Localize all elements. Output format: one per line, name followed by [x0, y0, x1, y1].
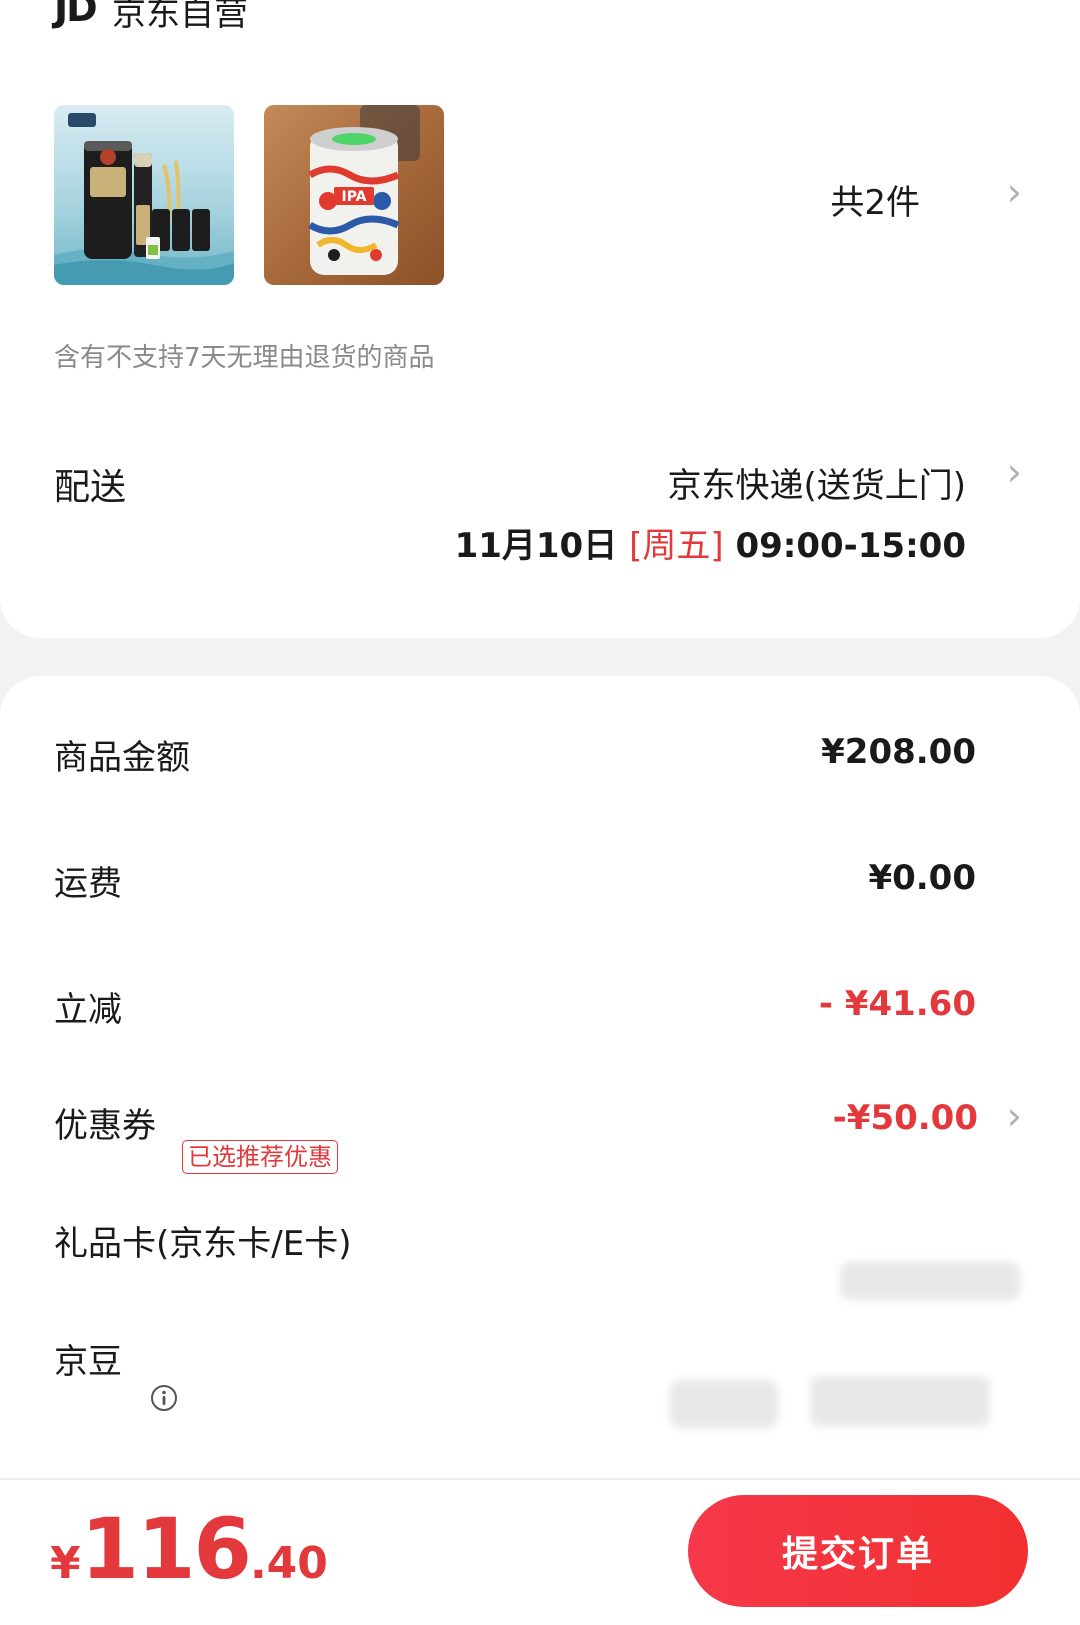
gift-card-label: 礼品卡(京东卡/E卡) [54, 1224, 352, 1264]
bottom-bar: ¥116.40 提交订单 [0, 1480, 1080, 1625]
return-policy-notice: 含有不支持7天无理由退货的商品 [54, 343, 435, 373]
jd-beans-info-blurred [670, 1380, 778, 1428]
coupon-badge: 已选推荐优惠 [182, 1140, 338, 1174]
coupon-label: 优惠券 [54, 1106, 156, 1146]
instant-discount-value: - ¥41.60 [818, 984, 976, 1024]
delivery-date: 11月10日 [454, 526, 618, 566]
item-count[interactable]: 共2件 [830, 175, 920, 224]
product-image-ipa-can: IPA [308, 105, 420, 275]
order-total: ¥116.40 [50, 1500, 328, 1598]
price-summary-card [0, 676, 1080, 1478]
chevron-right-icon[interactable]: › [1007, 1094, 1022, 1138]
delivery-time-window: 09:00-15:00 [735, 526, 966, 566]
shop-name[interactable]: 京东自营 [112, 0, 248, 35]
chevron-right-icon[interactable]: › [1007, 170, 1022, 214]
delivery-label: 配送 [54, 467, 127, 508]
delivery-method[interactable]: 京东快递(送货上门) [667, 458, 966, 507]
gift-card-value-blurred[interactable] [840, 1262, 1020, 1300]
shop-card: JD 京东自营 IPA 共2件 › 含有不支持7天无理由退货的商品 配送 京东快… [0, 0, 1080, 638]
shipping-value: ¥0.00 [868, 858, 976, 898]
instant-discount-label: 立减 [54, 990, 122, 1030]
total-decimal: .40 [249, 1538, 328, 1589]
delivery-time[interactable]: 11月10日 [周五] 09:00-15:00 [455, 518, 966, 567]
delivery-weekday: [周五] [629, 526, 724, 566]
goods-amount-value: ¥208.00 [821, 732, 976, 772]
chevron-right-icon[interactable]: › [1007, 450, 1022, 494]
submit-order-button[interactable]: 提交订单 [688, 1495, 1028, 1607]
jd-beans-value-blurred[interactable] [810, 1376, 990, 1426]
info-icon[interactable] [150, 1384, 178, 1412]
product-image-beer-pack [54, 113, 234, 285]
jd-beans-label: 京豆 [54, 1342, 122, 1382]
goods-amount-label: 商品金额 [54, 738, 190, 778]
coupon-value[interactable]: -¥50.00 [833, 1098, 978, 1138]
product-thumbnail-2[interactable]: IPA [264, 105, 444, 285]
total-currency-symbol: ¥ [50, 1538, 81, 1589]
product-thumbnail-1[interactable] [54, 105, 234, 285]
shipping-label: 运费 [54, 864, 122, 904]
total-integer: 116 [80, 1500, 252, 1598]
ipa-can-label: IPA [341, 189, 366, 205]
jd-logo: JD [54, 0, 98, 30]
